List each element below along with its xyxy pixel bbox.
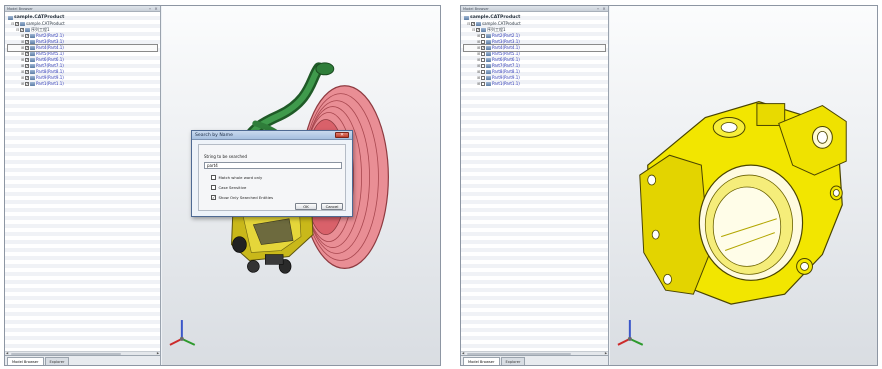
visibility-checkbox[interactable]: ✓ [25, 70, 29, 74]
dialog-body: String to be searched part4 Match whole … [198, 144, 346, 211]
option-case-sensitive[interactable]: Case Sensitive [211, 185, 246, 190]
tree-root-label: sample.CATProduct [14, 14, 65, 20]
ok-button[interactable]: OK [295, 203, 317, 210]
tree-root-label: sample.CATProduct [470, 14, 521, 20]
visibility-checkbox[interactable] [481, 52, 485, 56]
visibility-checkbox[interactable]: ✓ [25, 52, 29, 56]
search-input[interactable]: part4 [204, 162, 342, 169]
search-field-label: String to be searched [204, 154, 248, 159]
tab-model-browser[interactable]: Model Browser [463, 357, 500, 365]
tab-explorer[interactable]: Explorer [44, 357, 70, 365]
right-window: Model Browser ⋆ × sample.CATProduct ⊟ ✓ sam… [460, 5, 878, 366]
match-whole-word-label: Match whole word only [218, 175, 263, 180]
product-icon [464, 15, 469, 20]
pin-icon[interactable]: ⋆ [596, 6, 600, 11]
model-tree: sample.CATProduct ⊟ ✓ sample.CATProduct ⊟ ✓ 序列… [463, 14, 606, 87]
model-browser-panel: Model Browser ⋆ × sample.CATProduct ⊟ ✓ sam… [461, 6, 609, 365]
tab-model-browser[interactable]: Model Browser [7, 357, 44, 365]
close-icon[interactable]: ✕ [335, 132, 349, 138]
search-by-name-dialog: Search by Name ✕ String to be searched p… [191, 130, 353, 217]
part-icon [30, 76, 35, 80]
tree-root[interactable]: sample.CATProduct [464, 14, 605, 21]
option-show-only-searched[interactable]: ✓ Show Only Searched Entities [211, 195, 273, 200]
part-icon [30, 34, 35, 38]
pump-housing-part-model[interactable] [610, 6, 877, 365]
visibility-checkbox[interactable]: ✓ [25, 58, 29, 62]
visibility-checkbox[interactable]: ✓ [25, 40, 29, 44]
visibility-checkbox[interactable]: ✓ [25, 34, 29, 38]
part-icon [486, 82, 491, 86]
product-icon [476, 22, 481, 26]
part-icon [486, 58, 491, 62]
part-icon [486, 64, 491, 68]
case-sensitive-checkbox[interactable] [211, 185, 216, 190]
tab-explorer[interactable]: Explorer [500, 357, 526, 365]
left-window: Model Browser ⋆ × sample.CATProduct ⊟ ✓ sam… [4, 5, 441, 366]
visibility-checkbox[interactable]: ✓ [471, 22, 475, 26]
pin-icon[interactable]: ⋆ [148, 6, 152, 11]
part-icon [486, 46, 491, 50]
model-browser-title: Model Browser [463, 6, 489, 11]
part-icon [486, 70, 491, 74]
visibility-checkbox[interactable] [481, 82, 485, 86]
visibility-checkbox[interactable]: ✓ [25, 82, 29, 86]
part-icon [30, 58, 35, 62]
visibility-checkbox[interactable] [481, 34, 485, 38]
part-icon [486, 52, 491, 56]
model-tree: sample.CATProduct ⊟ ✓ sample.CATProduct ⊟ ✓ 序列… [7, 14, 158, 87]
part-icon [30, 46, 35, 50]
product-icon [20, 22, 25, 26]
tree-root[interactable]: sample.CATProduct [8, 14, 157, 21]
visibility-checkbox[interactable]: ✓ [476, 28, 480, 32]
dialog-title: Search by Name [195, 132, 233, 138]
match-whole-word-checkbox[interactable] [211, 175, 216, 180]
show-only-searched-label: Show Only Searched Entities [218, 195, 274, 200]
case-sensitive-label: Case Sensitive [218, 185, 247, 190]
cancel-button[interactable]: Cancel [321, 203, 343, 210]
product-icon [8, 15, 13, 20]
visibility-checkbox[interactable]: ✓ [25, 46, 29, 50]
part-icon [30, 64, 35, 68]
part-icon [30, 70, 35, 74]
tree-item-part[interactable]: ⊞ Part1(Part1.1) [464, 81, 605, 87]
axis-triad-icon [169, 320, 196, 346]
model-browser-panel: Model Browser ⋆ × sample.CATProduct ⊟ ✓ sam… [5, 6, 161, 365]
part-icon [30, 40, 35, 44]
part-icon [486, 34, 491, 38]
close-icon[interactable]: × [154, 6, 158, 11]
visibility-checkbox[interactable]: ✓ [15, 22, 19, 26]
visibility-checkbox[interactable]: ✓ [20, 28, 24, 32]
part-icon [481, 28, 486, 32]
visibility-checkbox[interactable] [481, 40, 485, 44]
part-icon [30, 52, 35, 56]
browser-tabs: Model Browser Explorer [461, 355, 608, 365]
part-icon [30, 82, 35, 86]
tree-item-label: Part1(Part1.1) [36, 81, 64, 86]
visibility-checkbox[interactable] [481, 64, 485, 68]
part-icon [25, 28, 30, 32]
visibility-checkbox[interactable]: ✓ [25, 64, 29, 68]
visibility-checkbox[interactable]: ✓ [25, 76, 29, 80]
visibility-checkbox[interactable]: ✓ [481, 46, 485, 50]
visibility-checkbox[interactable] [481, 70, 485, 74]
close-icon[interactable]: × [602, 6, 606, 11]
part-icon [486, 40, 491, 44]
tree-item-label: Part1(Part1.1) [492, 81, 520, 86]
show-only-searched-checkbox[interactable]: ✓ [211, 195, 216, 200]
model-browser-title: Model Browser [7, 6, 33, 11]
axis-triad-icon [617, 319, 644, 346]
visibility-checkbox[interactable] [481, 58, 485, 62]
part-icon [486, 76, 491, 80]
option-match-whole-word[interactable]: Match whole word only [211, 175, 262, 180]
dialog-titlebar[interactable]: Search by Name ✕ [192, 131, 352, 140]
browser-tabs: Model Browser Explorer [5, 355, 160, 365]
3d-viewport[interactable] [610, 6, 877, 365]
visibility-checkbox[interactable] [481, 76, 485, 80]
tree-item-part[interactable]: ⊞ ✓ Part1(Part1.1) [8, 81, 157, 87]
